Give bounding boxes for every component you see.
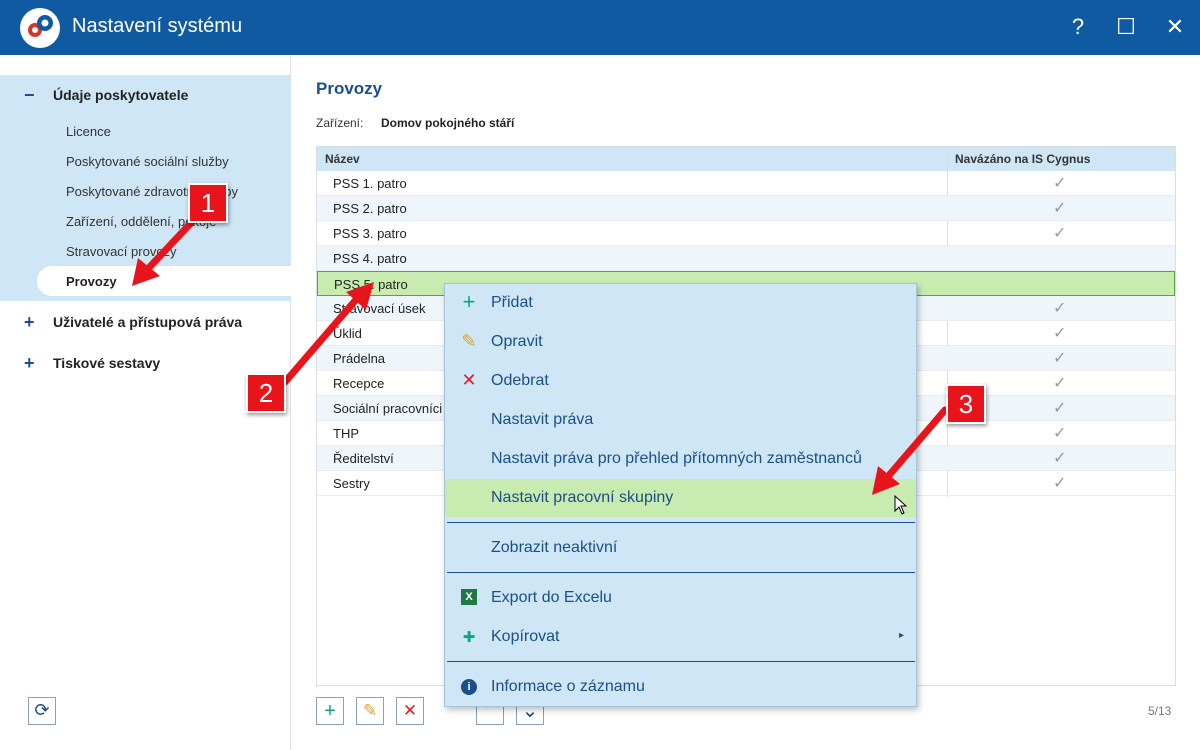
menu-divider <box>447 661 915 662</box>
menu-item-label: Přidat <box>491 294 533 311</box>
table-header: Název Navázáno na IS Cygnus <box>317 147 1175 171</box>
menu-divider <box>447 522 915 523</box>
checkmark-icon: ✓ <box>1053 300 1067 317</box>
checkmark-icon: ✓ <box>1053 325 1067 342</box>
settings-gears-icon <box>20 8 60 48</box>
help-button[interactable]: ? <box>1061 10 1095 44</box>
sidebar-section-label: Uživatelé a přístupová práva <box>53 314 243 330</box>
row-name: PSS 2. patro <box>333 201 407 216</box>
submenu-arrow-icon: ▸ <box>898 630 904 641</box>
sidebar-item-social-services[interactable]: Poskytované sociální služby <box>66 154 229 169</box>
menu-item-label: Nastavit pracovní skupiny <box>491 489 674 506</box>
table-row[interactable]: PSS 3. patro ✓ <box>317 221 1175 246</box>
checkmark-icon: ✓ <box>1053 400 1067 417</box>
menu-item-label: Odebrat <box>491 372 549 389</box>
menu-item-label: Nastavit práva <box>491 411 594 428</box>
menu-item-edit[interactable]: ✎ Opravit <box>445 323 916 361</box>
menu-item-show-inactive[interactable]: Zobrazit neaktivní <box>445 529 916 567</box>
facility-value: Domov pokojného stáří <box>381 116 515 130</box>
menu-item-export-excel[interactable]: X Export do Excelu <box>445 579 916 617</box>
sidebar-item-label: Provozy <box>66 274 117 289</box>
row-name: Sociální pracovníci <box>333 401 443 416</box>
clipboard-icon: ✚ <box>462 629 476 646</box>
sidebar-section-label: Tiskové sestavy <box>53 355 161 371</box>
excel-icon: X <box>461 589 477 605</box>
close-button[interactable]: ✕ <box>1158 10 1192 44</box>
row-name: Prádelna <box>333 351 386 366</box>
row-name: PSS 3. patro <box>333 226 407 241</box>
maximize-button[interactable]: ☐ <box>1109 10 1143 44</box>
column-header-name[interactable]: Název <box>325 152 360 166</box>
menu-item-add[interactable]: + Přidat <box>445 284 916 322</box>
mouse-cursor-icon <box>894 495 908 515</box>
title-bar: Nastavení systému ? ☐ ✕ <box>0 0 1200 55</box>
checkmark-icon: ✓ <box>1053 475 1067 492</box>
menu-item-label: Export do Excelu <box>491 589 612 606</box>
sidebar-item-catering[interactable]: Stravovací provozy <box>66 244 177 259</box>
checkmark-icon: ✓ <box>1053 425 1067 442</box>
plus-icon: + <box>462 289 476 314</box>
menu-item-set-rights-attendance[interactable]: Nastavit práva pro přehled přítomných za… <box>445 440 916 478</box>
refresh-button[interactable]: ⟳ <box>28 697 56 725</box>
row-name: Recepce <box>333 376 385 391</box>
checkmark-icon: ✓ <box>1053 175 1067 192</box>
record-counter: 5/13 <box>1148 704 1172 718</box>
menu-item-label: Zobrazit neaktivní <box>491 539 618 556</box>
row-name: Stravovací úsek <box>333 301 426 316</box>
row-name: PSS 1. patro <box>333 176 407 191</box>
sidebar-item-licence[interactable]: Licence <box>66 124 111 139</box>
menu-item-delete[interactable]: ✕ Odebrat <box>445 362 916 400</box>
checkmark-icon: ✓ <box>1053 450 1067 467</box>
menu-item-record-info[interactable]: i Informace o záznamu <box>445 668 916 706</box>
expand-icon: + <box>24 312 35 332</box>
annotation-badge-3: 3 <box>946 384 986 424</box>
window-title: Nastavení systému <box>72 15 243 37</box>
menu-item-label: Informace o záznamu <box>491 678 645 695</box>
expand-icon: + <box>24 353 35 373</box>
facility-label: Zařízení: <box>316 116 364 130</box>
context-menu: + Přidat ✎ Opravit ✕ Odebrat Nastavit pr… <box>444 283 917 707</box>
delete-icon: ✕ <box>461 370 477 390</box>
annotation-badge-1: 1 <box>188 183 228 223</box>
row-name: Ředitelství <box>333 451 394 466</box>
sidebar-section-users[interactable]: + Uživatelé a přístupová práva <box>0 302 291 342</box>
row-name: PSS 5. patro <box>334 277 408 292</box>
row-name: THP <box>333 426 359 441</box>
delete-button[interactable]: ✕ <box>396 697 424 725</box>
menu-item-label: Opravit <box>491 333 543 350</box>
row-name: Sestry <box>333 476 370 491</box>
table-row[interactable]: PSS 1. patro ✓ <box>317 171 1175 196</box>
table-row[interactable]: PSS 4. patro <box>317 246 1175 271</box>
edit-button[interactable]: ✎ <box>356 697 384 725</box>
checkmark-icon: ✓ <box>1053 375 1067 392</box>
annotation-badge-2: 2 <box>246 373 286 413</box>
collapse-icon: − <box>24 85 35 105</box>
menu-item-label: Nastavit práva pro přehled přítomných za… <box>491 450 862 467</box>
column-header-cygnus[interactable]: Navázáno na IS Cygnus <box>955 152 1090 166</box>
checkmark-icon: ✓ <box>1053 350 1067 367</box>
menu-divider <box>447 572 915 573</box>
menu-item-set-work-groups[interactable]: Nastavit pracovní skupiny <box>445 479 916 517</box>
row-name: PSS 4. patro <box>333 251 407 266</box>
menu-item-copy[interactable]: ✚ Kopírovat ▸ <box>445 618 916 656</box>
row-name: Úklid <box>333 326 362 341</box>
pencil-icon: ✎ <box>461 331 477 351</box>
add-button[interactable]: + <box>316 697 344 725</box>
info-icon: i <box>461 679 477 695</box>
table-row[interactable]: PSS 2. patro ✓ <box>317 196 1175 221</box>
sidebar-item-provozy[interactable]: Provozy <box>37 266 291 296</box>
page-title: Provozy <box>316 79 383 98</box>
sidebar-section-provider-header[interactable]: − Údaje poskytovatele <box>0 75 291 115</box>
menu-item-label: Kopírovat <box>491 628 560 645</box>
sidebar-section-label: Údaje poskytovatele <box>53 87 189 103</box>
menu-item-set-rights[interactable]: Nastavit práva <box>445 401 916 439</box>
checkmark-icon: ✓ <box>1053 225 1067 242</box>
checkmark-icon: ✓ <box>1053 200 1067 217</box>
